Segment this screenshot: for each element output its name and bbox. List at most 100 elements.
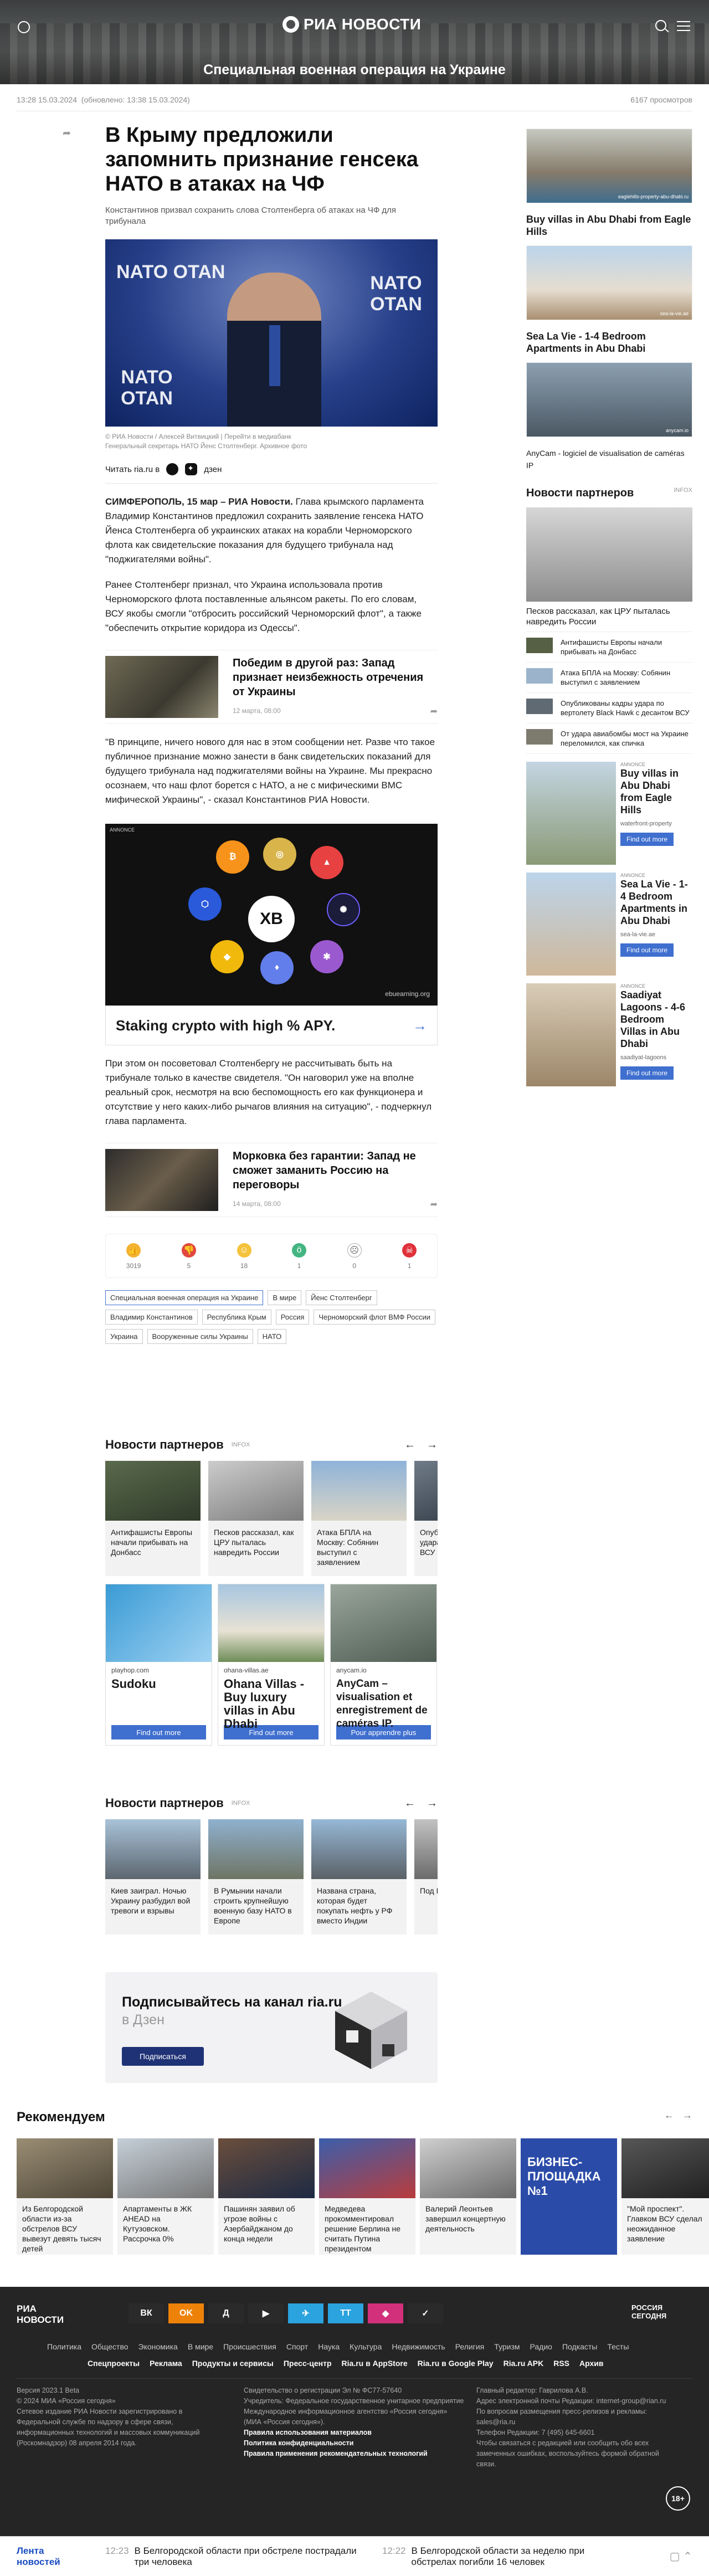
youtube-icon[interactable]: ▶	[248, 2303, 284, 2323]
arrow-right-icon[interactable]: →	[682, 2110, 692, 2121]
reaction-dislike[interactable]: 👎 5	[182, 1243, 197, 1270]
partner-card[interactable]: В Румынии начали строить крупнейшую воен…	[208, 1819, 304, 1934]
tag[interactable]: Вооруженные силы Украины	[147, 1329, 253, 1344]
site-logo[interactable]: РИА НОВОСТИ	[282, 16, 421, 33]
user-icon[interactable]	[18, 21, 30, 33]
age-rating-badge: 18+	[666, 2486, 690, 2511]
logo-icon	[282, 16, 299, 33]
ticker-item[interactable]: 12:22 В Белгородской области за неделю пр…	[382, 2546, 631, 2568]
sidebar-news-item[interactable]: Опубликованы кадры удара по вертолету Bl…	[526, 693, 692, 723]
dzen-icon[interactable]: Д	[208, 2303, 244, 2323]
telegram-icon[interactable]: ✈	[288, 2303, 323, 2323]
check-icon[interactable]: ✓	[408, 2303, 443, 2323]
top-story-title[interactable]: Песков рассказал, как ЦРУ пыталась навре…	[526, 606, 692, 632]
read-in-dzen[interactable]: Читать ria.ru в дзен	[105, 463, 438, 475]
arrow-left-icon[interactable]: ←	[404, 1797, 415, 1810]
arrow-left-icon[interactable]: ←	[664, 2110, 674, 2121]
angry-icon: ☠	[402, 1243, 417, 1258]
partner-card[interactable]: Под Кр…	[414, 1819, 438, 1934]
dzen-icon[interactable]	[185, 463, 198, 475]
dzen-subscribe-banner[interactable]: Подписывайтесь на канал ria.ru в Дзен По…	[105, 1972, 438, 2083]
sidebar-promo[interactable]: ANNONCE Buy villas in Abu Dhabi from Eagl…	[526, 762, 692, 865]
arrow-right-icon[interactable]: →	[427, 1797, 438, 1810]
partner-card[interactable]: Названа страна, которая будет покупать н…	[311, 1819, 407, 1934]
recommend-card[interactable]: "Мой проспект". Главком ВСУ сделал неожи…	[621, 2138, 709, 2255]
google-news-icon[interactable]	[166, 463, 179, 475]
ad-tile[interactable]: ohana-villas.ae Ohana Villas - Buy luxury…	[218, 1584, 325, 1746]
tag[interactable]: Владимир Константинов	[105, 1310, 198, 1325]
share-icon[interactable]: ➦	[430, 1199, 438, 1210]
crypto-ad[interactable]: ANNONCE XB ₿ ◎ ▲ ⬡ ✺ ◆ ♦ ✱ ebuearning.or…	[105, 824, 438, 1045]
ticker-item[interactable]: 12:23 В Белгородской области при обстреле…	[105, 2546, 360, 2568]
sidebar-news-item[interactable]: От удара авиабомбы мост на Украине перел…	[526, 723, 692, 754]
sidebar-ad-title[interactable]: Buy villas in Abu Dhabi from Eagle Hills	[526, 209, 692, 245]
ad-tile[interactable]: playhop.com Sudoku Find out more	[105, 1584, 212, 1746]
ok-icon[interactable]: OK	[168, 2303, 204, 2323]
related-thumb	[105, 1149, 218, 1211]
sidebar-ad-image[interactable]: eaglehills-property-abu-dhabi.ru	[526, 129, 692, 203]
share-icon[interactable]: ➦	[63, 127, 75, 138]
partner-logo[interactable]: РОССИЯ СЕГОДНЯ	[631, 2303, 692, 2320]
recommend-card[interactable]: Валерий Леонтьев завершил концертную дея…	[420, 2138, 516, 2255]
arrow-left-icon[interactable]: ←	[404, 1439, 415, 1451]
ticker-controls[interactable]: ▢ ⌃	[670, 2549, 692, 2563]
reaction-surprise[interactable]: ö1	[292, 1243, 307, 1270]
top-story-image[interactable]	[526, 507, 692, 602]
site-header: РИА НОВОСТИ Специальная военная операция…	[0, 0, 709, 84]
article-title: В Крыму предложили запомнить признание г…	[105, 124, 418, 196]
arrow-right-icon[interactable]: →	[413, 1017, 427, 1034]
partner-card[interactable]: Опубликованы кадры удара по вертолету ВС…	[414, 1461, 438, 1576]
coin-link: ⬡	[188, 887, 222, 921]
vk-icon[interactable]: ВК	[129, 2303, 164, 2323]
related-article-card-2[interactable]: Морковка без гарантии: Запад не сможет з…	[105, 1143, 438, 1217]
cube-icon	[335, 1992, 407, 2069]
footer-logo[interactable]: РИА НОВОСТИ	[17, 2303, 83, 2326]
article-meta: 13:28 15.03.2024 (обновлено: 13:38 15.03…	[17, 95, 692, 104]
tag[interactable]: Специальная военная операция на Украине	[105, 1290, 264, 1305]
sidebar-news-item[interactable]: Атака БПЛА на Москву: Собянин выступил с…	[526, 663, 692, 693]
sidebar-ad-image[interactable]: sea-la-vie.ae	[526, 245, 692, 320]
tag[interactable]: В мире	[268, 1290, 302, 1305]
tag[interactable]: Украина	[105, 1329, 143, 1344]
rutube-icon[interactable]: ◆	[368, 2303, 403, 2323]
arrow-right-icon[interactable]: →	[427, 1439, 438, 1451]
sidebar-ad-title[interactable]: Sea La Vie - 1-4 Bedroom Apartments in A…	[526, 326, 692, 362]
tag[interactable]: НАТО	[257, 1329, 287, 1344]
recommend-card[interactable]: Апартаменты в ЖК AHEAD на Кутузовском. Р…	[117, 2138, 214, 2255]
section-title[interactable]: Специальная военная операция на Украине	[0, 62, 709, 78]
footer-nav-secondary: Спецпроекты Реклама Продукты и сервисы Прес…	[88, 2359, 604, 2368]
tag[interactable]: Россия	[275, 1310, 310, 1325]
reaction-laugh[interactable]: ☺ 18	[237, 1243, 251, 1270]
search-icon[interactable]	[655, 20, 666, 31]
tag[interactable]: Республика Крым	[202, 1310, 271, 1325]
menu-icon[interactable]	[677, 21, 690, 31]
sidebar-news-item[interactable]: Антифашисты Европы начали прибывать на Д…	[526, 632, 692, 663]
partner-news-2: Новости партнеров INFOX ← → Киев заиграл. Н…	[105, 1796, 438, 1934]
sidebar-promo[interactable]: ANNONCE Sea La Vie - 1-4 Bedroom Apartmen…	[526, 873, 692, 976]
partner-card[interactable]: Атака БПЛА на Москву: Собянин выступил с…	[311, 1461, 407, 1576]
ad-tile[interactable]: anycam.io AnyCam – visualisation et enreg…	[330, 1584, 437, 1746]
tag[interactable]: Йенс Столтенберг	[306, 1290, 377, 1305]
recommend-card[interactable]: БИЗНЕС-ПЛОЩАДКА №1	[521, 2138, 617, 2255]
sidebar-ad-image[interactable]: anycam.io	[526, 362, 692, 437]
tag[interactable]: Черноморский флот ВМФ России	[314, 1310, 435, 1325]
tamtam-icon[interactable]: TT	[328, 2303, 363, 2323]
footer-col-2: Свидетельство о регистрации Эл № ФС77-57…	[244, 2387, 464, 2457]
recommend-card[interactable]: Из Белгородской области из-за обстрелов …	[17, 2138, 113, 2255]
news-feed-link[interactable]: Лента новостей	[0, 2546, 105, 2568]
reaction-angry[interactable]: ☠ 1	[402, 1243, 417, 1270]
reaction-like[interactable]: 👍 3019	[126, 1243, 141, 1270]
sidebar-promo[interactable]: ANNONCE Saadiyat Lagoons - 4-6 Bedroom Vi…	[526, 983, 692, 1086]
partner-card[interactable]: Песков рассказал, как ЦРУ пыталась навре…	[208, 1461, 304, 1576]
share-icon[interactable]: ➦	[430, 706, 438, 717]
recommend-card[interactable]: Пашинян заявил об угрозе войны с Азербай…	[218, 2138, 315, 2255]
partner-card[interactable]: Киев заиграл. Ночью Украину разбудил вой…	[105, 1819, 201, 1934]
sidebar-ad-title[interactable]: AnyCam - logiciel de visualisation de ca…	[526, 443, 692, 479]
partner-card[interactable]: Антифашисты Европы начали прибывать на Д…	[105, 1461, 201, 1576]
recommend-card[interactable]: Медведева прокомментировал решение Берли…	[319, 2138, 415, 2255]
article-photo[interactable]: NATO OTAN NATO OTAN NATO OTAN	[105, 239, 438, 427]
subscribe-button[interactable]: Подписаться	[122, 2047, 204, 2066]
coin-polka: ✱	[310, 940, 343, 973]
related-article-card[interactable]: Победим в другой раз: Запад признает неи…	[105, 650, 438, 724]
reaction-sad[interactable]: ☹ 0	[347, 1243, 362, 1270]
